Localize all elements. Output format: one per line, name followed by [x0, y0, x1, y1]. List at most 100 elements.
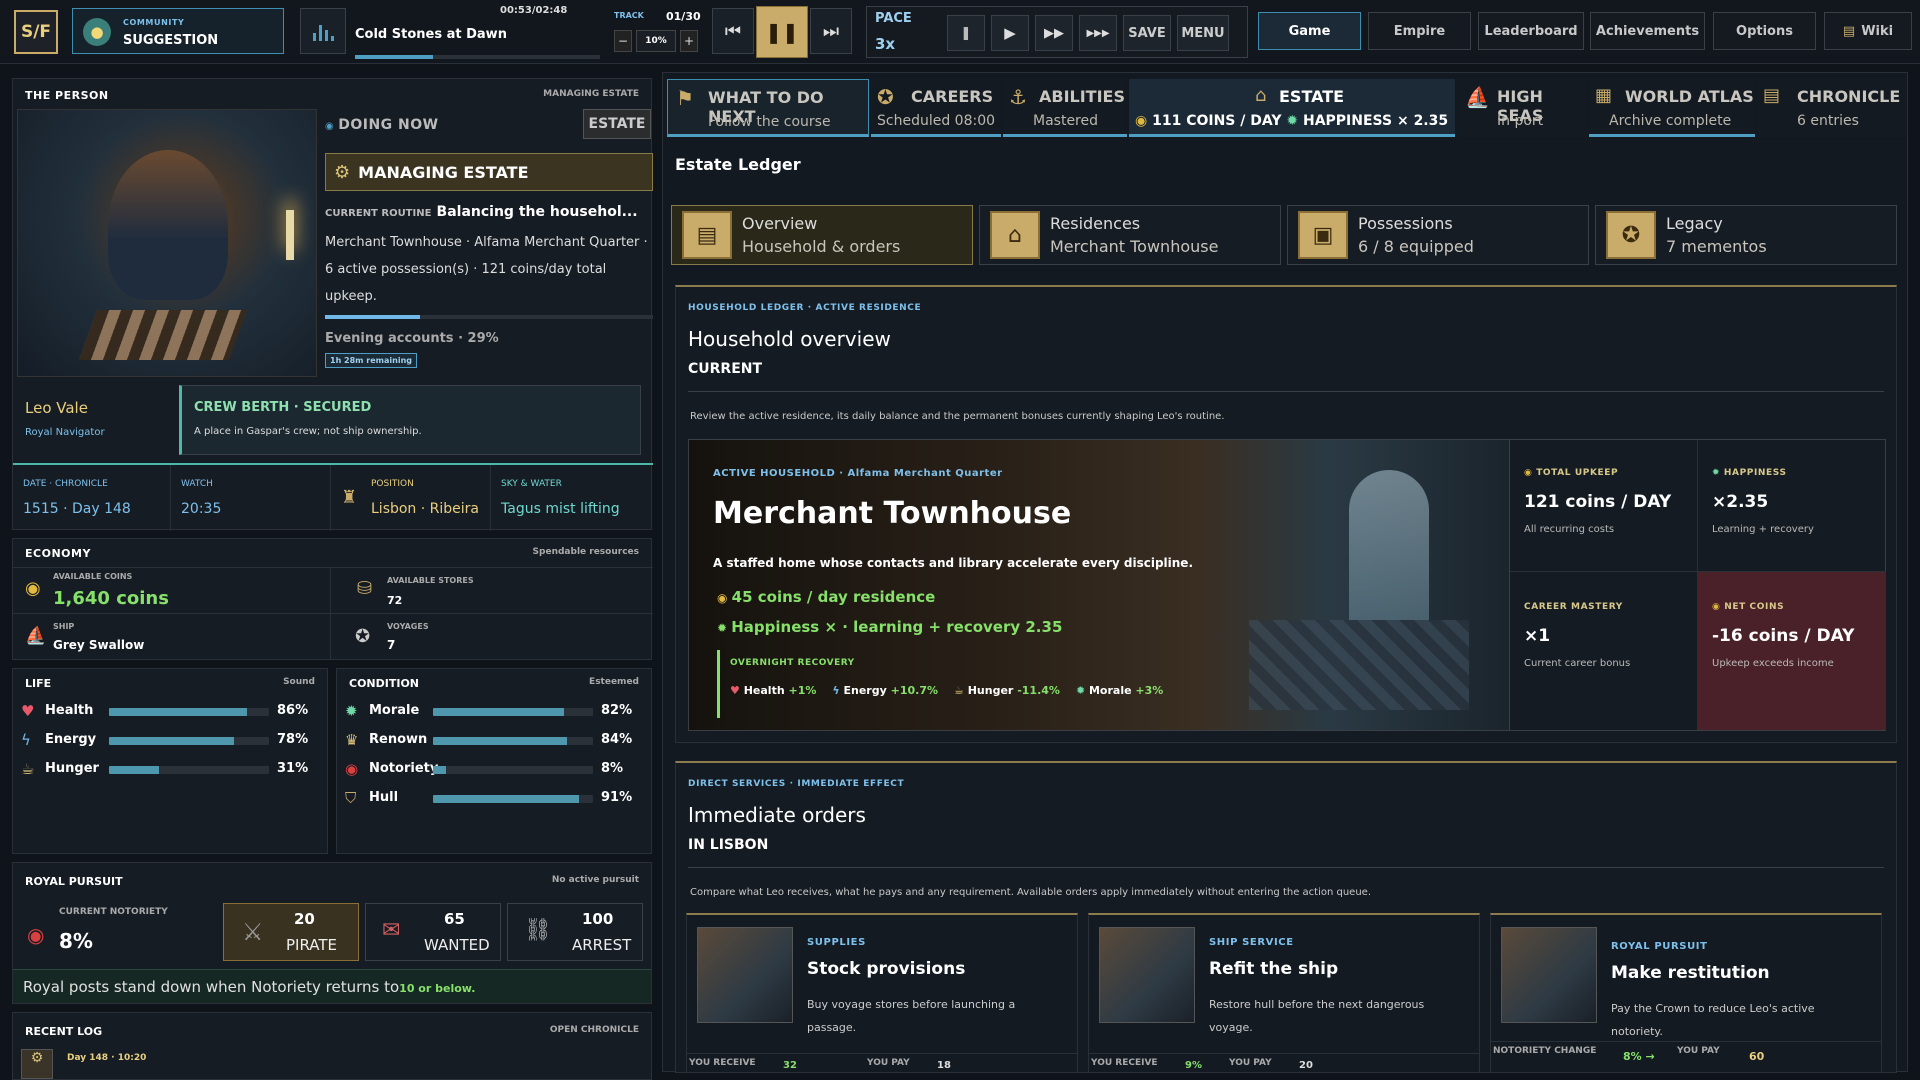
order-category: SHIP SERVICE [1209, 937, 1294, 948]
stat-name: Morale [369, 703, 420, 718]
ship-value: Grey Swallow [53, 638, 145, 652]
card-sub: 7 mementos [1666, 237, 1767, 256]
subtab-what-to-do-next[interactable]: ⚑ WHAT TO DO NEXT Follow the course [667, 79, 869, 137]
hero-kicker: ACTIVE HOUSEHOLD · Alfama Merchant Quart… [713, 468, 1003, 479]
condition-header-status: Esteemed [589, 677, 639, 687]
coin-icon: ◉ [1524, 468, 1537, 478]
save-button[interactable]: SAVE [1123, 15, 1171, 51]
nav-tab-wiki[interactable]: ▤ Wiki [1824, 12, 1912, 50]
subtab-sub: Mastered [1033, 113, 1099, 129]
subtab-abilities[interactable]: ⚓ ABILITIES Mastered [1003, 79, 1127, 137]
tier-pirate[interactable]: ⚔ 20 PIRATE [223, 903, 359, 961]
stat-value: 84% [601, 732, 633, 747]
ledger-card-possessions[interactable]: ▣ Possessions 6 / 8 equipped [1287, 205, 1589, 265]
subtab-title: ESTATE [1279, 87, 1345, 106]
book-icon: ▤ [1842, 23, 1856, 39]
window-art [1349, 470, 1429, 620]
refit-image [1099, 927, 1195, 1023]
stat-label: CAREER MASTERY [1524, 602, 1623, 612]
pace-pause-button[interactable]: ❚ [947, 15, 985, 51]
stat-name: Energy [45, 732, 97, 747]
ship-icon: ⛵ [1465, 85, 1490, 109]
nav-tab-leaderboard[interactable]: Leaderboard [1478, 12, 1584, 50]
volume-plus-button[interactable]: + [680, 30, 698, 52]
rug-art [1249, 620, 1469, 710]
nav-tab-empire[interactable]: Empire [1368, 12, 1471, 50]
tier-label: ARREST [572, 936, 632, 954]
coin-icon: ◉ [717, 591, 732, 605]
watch-cell: WATCH 20:35 [171, 465, 331, 531]
character-name: Leo Vale [25, 399, 88, 417]
portrait-figure [108, 150, 228, 300]
sky-value: Tagus mist lifting [501, 501, 620, 517]
tier-label: WANTED [424, 936, 490, 954]
order-refit-ship[interactable]: SHIP SERVICE Refit the ship Restore hull… [1088, 913, 1480, 1073]
stat-value: ×1 [1524, 626, 1551, 646]
log-entry-icon: ⚙ [21, 1049, 53, 1079]
music-visualizer-button[interactable] [300, 8, 346, 54]
pause-button[interactable]: ❚❚ [756, 6, 808, 58]
shackles-icon: ⛓ [524, 918, 552, 943]
previous-track-button[interactable]: ⏮ [712, 8, 754, 54]
logo[interactable]: S/F [14, 10, 58, 54]
routine-label: CURRENT ROUTINE [325, 208, 432, 219]
pace-2x-button[interactable]: ▶▶ [1035, 15, 1073, 51]
lightning-icon: ϟ [832, 684, 844, 697]
tier-arrest[interactable]: ⛓ 100 ARREST [507, 903, 643, 961]
nav-tab-options[interactable]: Options [1713, 12, 1816, 50]
lightning-icon: ϟ [21, 731, 31, 749]
menu-button[interactable]: MENU [1177, 15, 1229, 51]
royal-note: Royal posts stand down when Notoriety re… [13, 969, 651, 1003]
subtab-sub: In port [1497, 113, 1544, 129]
subtab-sub: ◉ 111 COINS / DAY ✹ HAPPINESS × 2.35 [1135, 113, 1449, 129]
gear-icon: ⚙ [334, 161, 351, 183]
stat-sub: All recurring costs [1524, 524, 1615, 535]
track-progress[interactable] [355, 55, 600, 59]
condition-panel: CONDITION Esteemed ✹ Morale 82% ♛ Renown 84% ◉… [336, 668, 652, 854]
tier-wanted[interactable]: ✉ 65 WANTED [365, 903, 501, 961]
order-title: Refit the ship [1209, 959, 1339, 979]
nav-tab-game[interactable]: Game [1258, 12, 1361, 50]
restitution-image [1501, 927, 1597, 1023]
subtab-world-atlas[interactable]: ▦ WORLD ATLAS Archive complete [1589, 79, 1755, 137]
morale-icon: ✹ [345, 702, 358, 720]
open-chronicle-link[interactable]: OPEN CHRONICLE [550, 1025, 639, 1035]
stat-value: ×2.35 [1712, 492, 1769, 512]
card-title: Residences [1050, 214, 1141, 233]
order-category: ROYAL PURSUIT [1611, 941, 1708, 952]
ledger-card-residences[interactable]: ⌂ Residences Merchant Townhouse [979, 205, 1281, 265]
stat-sub: Current career bonus [1524, 658, 1631, 669]
pace-1x-button[interactable]: ▶ [991, 15, 1029, 51]
house-icon: ⌂ [1255, 85, 1267, 106]
community-label: COMMUNITY [123, 18, 185, 27]
ledger-card-overview[interactable]: ▤ Overview Household & orders [671, 205, 973, 265]
subtab-estate[interactable]: ⌂ ESTATE ◉ 111 COINS / DAY ✹ HAPPINESS ×… [1129, 79, 1455, 137]
stat-name: Hull [369, 790, 399, 805]
estate-button[interactable]: ESTATE [583, 109, 651, 139]
stat-bar [109, 737, 269, 745]
subtab-chronicle[interactable]: ▤ CHRONICLE 6 entries [1757, 79, 1907, 137]
order-make-restitution[interactable]: ROYAL PURSUIT Make restitution Pay the C… [1490, 913, 1882, 1073]
subtab-careers[interactable]: ✪ CAREERS Scheduled 08:00 [871, 79, 1001, 137]
order-description: Restore hull before the next dangerous v… [1209, 998, 1425, 1034]
volume-minus-button[interactable]: − [614, 30, 632, 52]
stat-total-upkeep: ◉ TOTAL UPKEEP 121 coins / DAY All recur… [1510, 440, 1698, 572]
community-value: SUGGESTION [123, 33, 219, 48]
food-icon: ☕ [21, 760, 35, 778]
voyages-cell: ✪ VOYAGES 7 [331, 613, 653, 659]
subtab-high-seas[interactable]: ⛵ HIGH SEAS In port [1457, 79, 1587, 137]
person-header-status: MANAGING ESTATE [543, 89, 639, 99]
order-stock-provisions[interactable]: SUPPLIES Stock provisions Buy voyage sto… [686, 913, 1078, 1073]
community-suggestion-button[interactable]: ● COMMUNITY SUGGESTION [72, 8, 284, 54]
nav-tab-achievements[interactable]: Achievements [1590, 12, 1705, 50]
stat-value: 78% [277, 732, 309, 747]
subtab-title: CAREERS [911, 87, 994, 106]
crossed-swords-icon: ⚔ [242, 918, 264, 946]
next-track-button[interactable]: ⏭ [810, 8, 852, 54]
food-icon: ☕ [954, 684, 968, 697]
ledger-card-legacy[interactable]: ✪ Legacy 7 mementos [1595, 205, 1897, 265]
stat-sub: Learning + recovery [1712, 524, 1814, 535]
tier-label: PIRATE [286, 936, 338, 954]
coin-icon: ◉ [1712, 602, 1725, 612]
pace-3x-button[interactable]: ▶▶▶ [1079, 15, 1117, 51]
